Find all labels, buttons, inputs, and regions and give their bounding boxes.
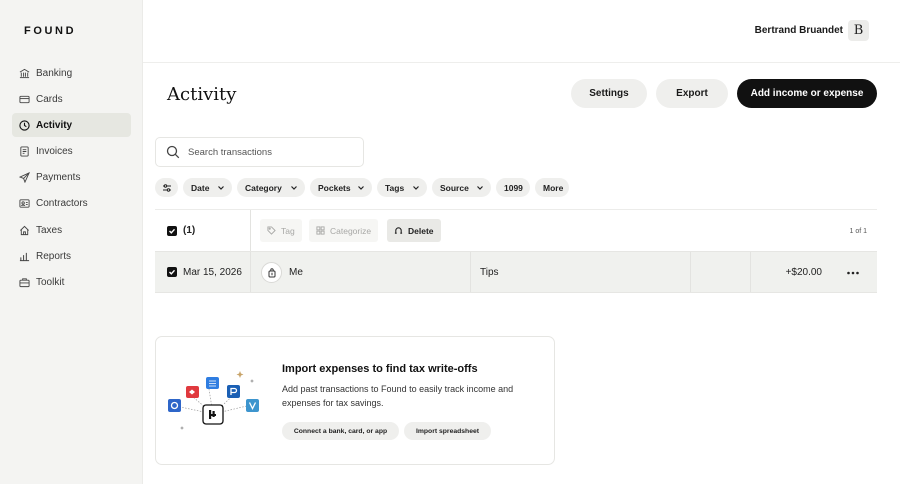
categorize-icon [316, 226, 325, 235]
transaction-amount: +$20.00 [785, 267, 822, 278]
transaction-merchant: Me [289, 267, 303, 278]
invoice-icon [19, 146, 30, 157]
top-bar: Bertrand Bruandet B [143, 0, 900, 63]
column-divider [250, 210, 251, 251]
clock-icon [19, 120, 30, 131]
transaction-date: Mar 15, 2026 [183, 267, 242, 278]
chevron-down-icon [477, 186, 483, 190]
filter-pockets[interactable]: Pockets [310, 178, 372, 197]
sidebar-item-label: Activity [36, 119, 73, 131]
pagination-text: 1 of 1 [849, 228, 867, 235]
import-spreadsheet-button[interactable]: Import spreadsheet [404, 422, 491, 440]
toolbox-icon [19, 277, 30, 288]
check-icon [169, 228, 176, 234]
delete-icon [394, 227, 403, 234]
filter-date[interactable]: Date [183, 178, 232, 197]
import-expenses-card: Import expenses to find tax write-offs A… [155, 336, 555, 465]
avatar[interactable]: B [848, 20, 869, 41]
user-name[interactable]: Bertrand Bruandet [755, 25, 843, 36]
sidebar-item-taxes[interactable]: Taxes [12, 218, 131, 242]
sidebar-item-label: Cards [36, 93, 63, 105]
sidebar-item-label: Contractors [36, 198, 88, 210]
sidebar-item-invoices[interactable]: Invoices [12, 140, 131, 164]
delete-button[interactable]: Delete [387, 219, 441, 242]
filter-label: Category [245, 182, 282, 193]
sidebar-item-toolkit[interactable]: Toolkit [12, 271, 131, 295]
selection-bar: (1) Tag Categorize Delete 1 of 1 [155, 209, 877, 251]
sidebar-item-banking[interactable]: Banking [12, 61, 131, 85]
filter-label: Source [440, 182, 469, 193]
filter-label: 1099 [504, 182, 523, 193]
tag-icon [267, 226, 276, 235]
sidebar-nav: Banking Cards Activity Invoices Payments [12, 61, 131, 297]
column-divider [250, 252, 251, 292]
filter-label: Date [191, 182, 210, 193]
filter-label: Tags [385, 182, 405, 193]
home-icon [19, 225, 30, 236]
chevron-down-icon [218, 186, 224, 190]
categorize-button[interactable]: Categorize [309, 219, 379, 242]
found-logo[interactable]: FOUND [24, 25, 76, 37]
filter-1099[interactable]: 1099 [496, 178, 530, 197]
column-divider [750, 252, 751, 292]
sidebar-item-reports[interactable]: Reports [12, 244, 131, 268]
sidebar-item-label: Payments [36, 172, 81, 184]
transaction-category: Tips [480, 267, 499, 278]
filter-tags[interactable]: Tags [377, 178, 427, 197]
selected-count: (1) [183, 225, 196, 236]
search-icon [166, 145, 180, 159]
more-options-icon[interactable] [846, 267, 860, 279]
bar-chart-icon [19, 251, 30, 262]
check-icon [169, 269, 176, 275]
card-icon [19, 94, 30, 105]
sidebar-item-activity[interactable]: Activity [12, 113, 131, 138]
filter-source[interactable]: Source [432, 178, 491, 197]
column-divider [470, 252, 471, 292]
connect-account-button[interactable]: Connect a bank, card, or app [282, 422, 399, 440]
search-input[interactable] [188, 146, 348, 158]
bank-icon [19, 68, 30, 79]
filter-label: More [543, 182, 564, 193]
row-checkbox[interactable] [167, 267, 177, 277]
sidebar-item-label: Taxes [36, 224, 63, 236]
filter-category[interactable]: Category [237, 178, 305, 197]
connections-illustration [168, 371, 259, 430]
tag-button-label: Tag [281, 225, 295, 236]
import-card-title: Import expenses to find tax write-offs [282, 363, 478, 375]
sidebar-item-cards[interactable]: Cards [12, 87, 131, 111]
add-income-or-expense-button[interactable]: Add income or expense [737, 79, 877, 108]
categorize-button-label: Categorize [330, 225, 372, 236]
sidebar-item-contractors[interactable]: Contractors [12, 192, 131, 216]
sidebar-item-label: Toolkit [36, 277, 65, 288]
column-divider [690, 252, 691, 292]
send-icon [19, 172, 30, 184]
sidebar-item-label: Banking [36, 67, 73, 79]
filter-settings-button[interactable] [155, 178, 178, 197]
sidebar: FOUND Banking Cards Activity Invoices Pa… [0, 0, 143, 484]
export-button[interactable]: Export [656, 79, 728, 108]
delete-button-label: Delete [408, 225, 434, 236]
chevron-down-icon [358, 186, 364, 190]
settings-button[interactable]: Settings [571, 79, 647, 108]
select-all-checkbox[interactable] [167, 226, 177, 236]
bag-icon [268, 267, 275, 277]
filter-more[interactable]: More [535, 178, 569, 197]
search-box[interactable] [155, 137, 364, 167]
chevron-down-icon [413, 186, 419, 190]
sidebar-item-payments[interactable]: Payments [12, 166, 131, 190]
import-card-text: Add past transactions to Found to easily… [282, 384, 514, 408]
contractor-icon [19, 198, 30, 209]
merchant-icon [261, 262, 282, 283]
tag-button[interactable]: Tag [260, 219, 302, 242]
sidebar-item-label: Reports [36, 250, 72, 262]
table-row[interactable]: Mar 15, 2026 Me Tips +$20.00 [155, 251, 877, 293]
chevron-down-icon [291, 186, 297, 190]
page-title: Activity [167, 84, 237, 105]
filter-label: Pockets [318, 182, 351, 193]
sidebar-item-label: Invoices [36, 146, 73, 158]
sliders-icon [162, 183, 171, 192]
